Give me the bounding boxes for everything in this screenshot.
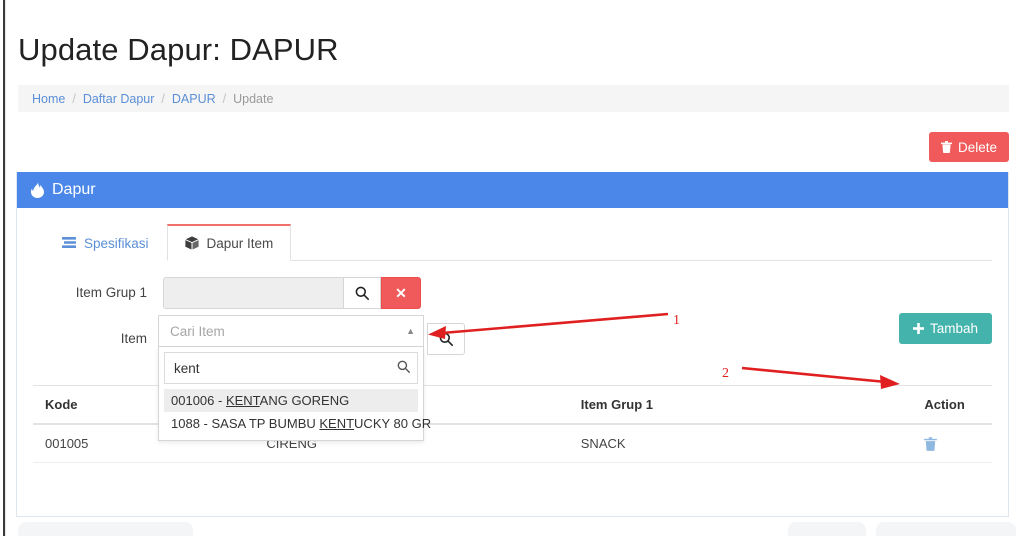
item-grup-input-group: ✕ (163, 277, 421, 309)
item-search-button[interactable] (427, 323, 465, 355)
item-label: Item (33, 323, 163, 355)
item-select-search-input[interactable] (164, 352, 418, 384)
option-match: KENT (226, 393, 260, 408)
search-icon (439, 332, 453, 346)
breadcrumb-item-dapur[interactable]: DAPUR (172, 92, 216, 106)
caret-up-icon: ▲ (406, 326, 415, 336)
delete-button-label: Delete (958, 140, 997, 155)
tab-bar: Spesifikasi Dapur Item (44, 223, 992, 261)
item-select-search-wrap (164, 352, 418, 384)
times-icon: ✕ (395, 285, 407, 302)
item-grup-label: Item Grup 1 (33, 277, 163, 309)
tambah-button[interactable]: Tambah (899, 313, 992, 344)
breadcrumb-item-update: Update (233, 92, 273, 106)
row-delete-trash-icon[interactable] (924, 437, 980, 451)
tab-dapur-item[interactable]: Dapur Item (167, 224, 292, 261)
option-post: UCKY 80 GR (354, 416, 431, 431)
tab-spesifikasi-label: Spesifikasi (84, 236, 149, 251)
tambah-button-label: Tambah (930, 321, 978, 336)
column-header-action: Action (912, 386, 992, 425)
item-select-panel: 001006 - KENTANG GORENG 1088 - SASA TP B… (158, 347, 424, 441)
bottom-ghost-tab-1 (18, 522, 193, 536)
tab-dapur-item-label: Dapur Item (207, 236, 274, 251)
tab-spesifikasi[interactable]: Spesifikasi (44, 224, 167, 261)
item-select-option-sasa-kentucky[interactable]: 1088 - SASA TP BUMBU KENTUCKY 80 GR (164, 412, 418, 435)
item-grup-clear-button[interactable]: ✕ (381, 277, 421, 309)
page-title: Update Dapur: DAPUR (18, 32, 339, 68)
plus-icon (913, 323, 924, 334)
panel-title: Dapur (52, 181, 96, 199)
breadcrumb: Home / Daftar Dapur / DAPUR / Update (18, 85, 1009, 112)
option-match: KENT (319, 416, 354, 431)
app-screenshot: Update Dapur: DAPUR Home / Daftar Dapur … (0, 0, 1024, 536)
item-select-option-kentang-goreng[interactable]: 001006 - KENTANG GORENG (164, 389, 418, 412)
cube-icon (185, 236, 199, 250)
breadcrumb-item-daftar-dapur[interactable]: Daftar Dapur (83, 92, 155, 106)
cell-item-grup-1: SNACK (569, 424, 913, 463)
search-icon (397, 360, 410, 373)
delete-button[interactable]: Delete (929, 132, 1009, 162)
server-list-icon (62, 237, 76, 249)
item-grup-input[interactable] (163, 277, 343, 309)
item-select-placeholder: Cari Item (170, 324, 225, 339)
window-left-border-inner (5, 0, 6, 536)
item-select-toggle[interactable]: Cari Item ▲ (158, 315, 424, 347)
item-select-results: 001006 - KENTANG GORENG 1088 - SASA TP B… (164, 389, 418, 435)
breadcrumb-separator: / (223, 92, 226, 106)
annotation-number-1: 1 (673, 313, 680, 329)
option-pre: 001006 - (171, 393, 226, 408)
trash-icon (941, 141, 952, 153)
form-row-item-grup: Item Grup 1 ✕ (33, 277, 992, 309)
column-header-item-grup-1[interactable]: Item Grup 1 (569, 386, 913, 425)
cell-action (912, 424, 992, 463)
bottom-ghost-tab-2 (788, 522, 866, 536)
option-pre: 1088 - SASA TP BUMBU (171, 416, 319, 431)
item-select-dropdown[interactable]: Cari Item ▲ 001006 - KENTANG GORENG 1088… (158, 315, 424, 441)
annotation-number-2: 2 (722, 366, 729, 382)
panel-header: Dapur (17, 172, 1008, 208)
item-grup-search-button[interactable] (343, 277, 381, 309)
bottom-ghost-tab-3 (876, 522, 1016, 536)
breadcrumb-separator: / (72, 92, 75, 106)
breadcrumb-item-home[interactable]: Home (32, 92, 65, 106)
fire-icon (31, 182, 44, 198)
search-icon (355, 286, 369, 300)
breadcrumb-separator: / (161, 92, 164, 106)
option-post: ANG GORENG (260, 393, 350, 408)
